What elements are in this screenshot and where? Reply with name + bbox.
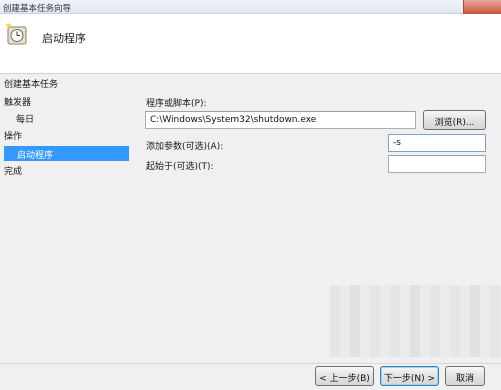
cancel-button[interactable]: 取消 (445, 366, 485, 386)
wizard-clock-icon (6, 23, 27, 45)
wizard-steps-sidebar: 创建基本任务 触发器 每日 操作 启动程序 完成 (0, 75, 130, 365)
step-create-basic-task: 创建基本任务 (4, 80, 59, 90)
arguments-label: 添加参数(可选)(A): (146, 142, 224, 152)
start-in-input[interactable] (388, 155, 486, 173)
window-title: 创建基本任务向导 (3, 4, 72, 14)
close-button[interactable] (463, 0, 501, 14)
footer-divider (0, 363, 501, 364)
program-label: 程序或脚本(P): (146, 99, 207, 109)
arguments-input[interactable]: -s (388, 134, 486, 152)
step-trigger: 触发器 (4, 98, 32, 108)
program-input[interactable]: C:\Windows\System32\shutdown.exe (145, 111, 416, 129)
next-button[interactable]: 下一步(N) > (380, 366, 439, 386)
browse-button[interactable]: 浏览(R)... (423, 110, 486, 130)
start-in-label: 起始于(可选)(T): (146, 162, 214, 172)
back-button[interactable]: < 上一步(B) (315, 366, 374, 386)
page-title: 启动程序 (42, 32, 86, 45)
step-action: 操作 (4, 132, 23, 142)
step-start-program: 启动程序 (4, 146, 129, 161)
title-bar: 创建基本任务向导 (0, 0, 501, 14)
step-finish: 完成 (4, 167, 23, 177)
watermark-mosaic (330, 285, 501, 357)
wizard-header: 启动程序 (0, 14, 501, 74)
step-daily: 每日 (16, 115, 35, 125)
